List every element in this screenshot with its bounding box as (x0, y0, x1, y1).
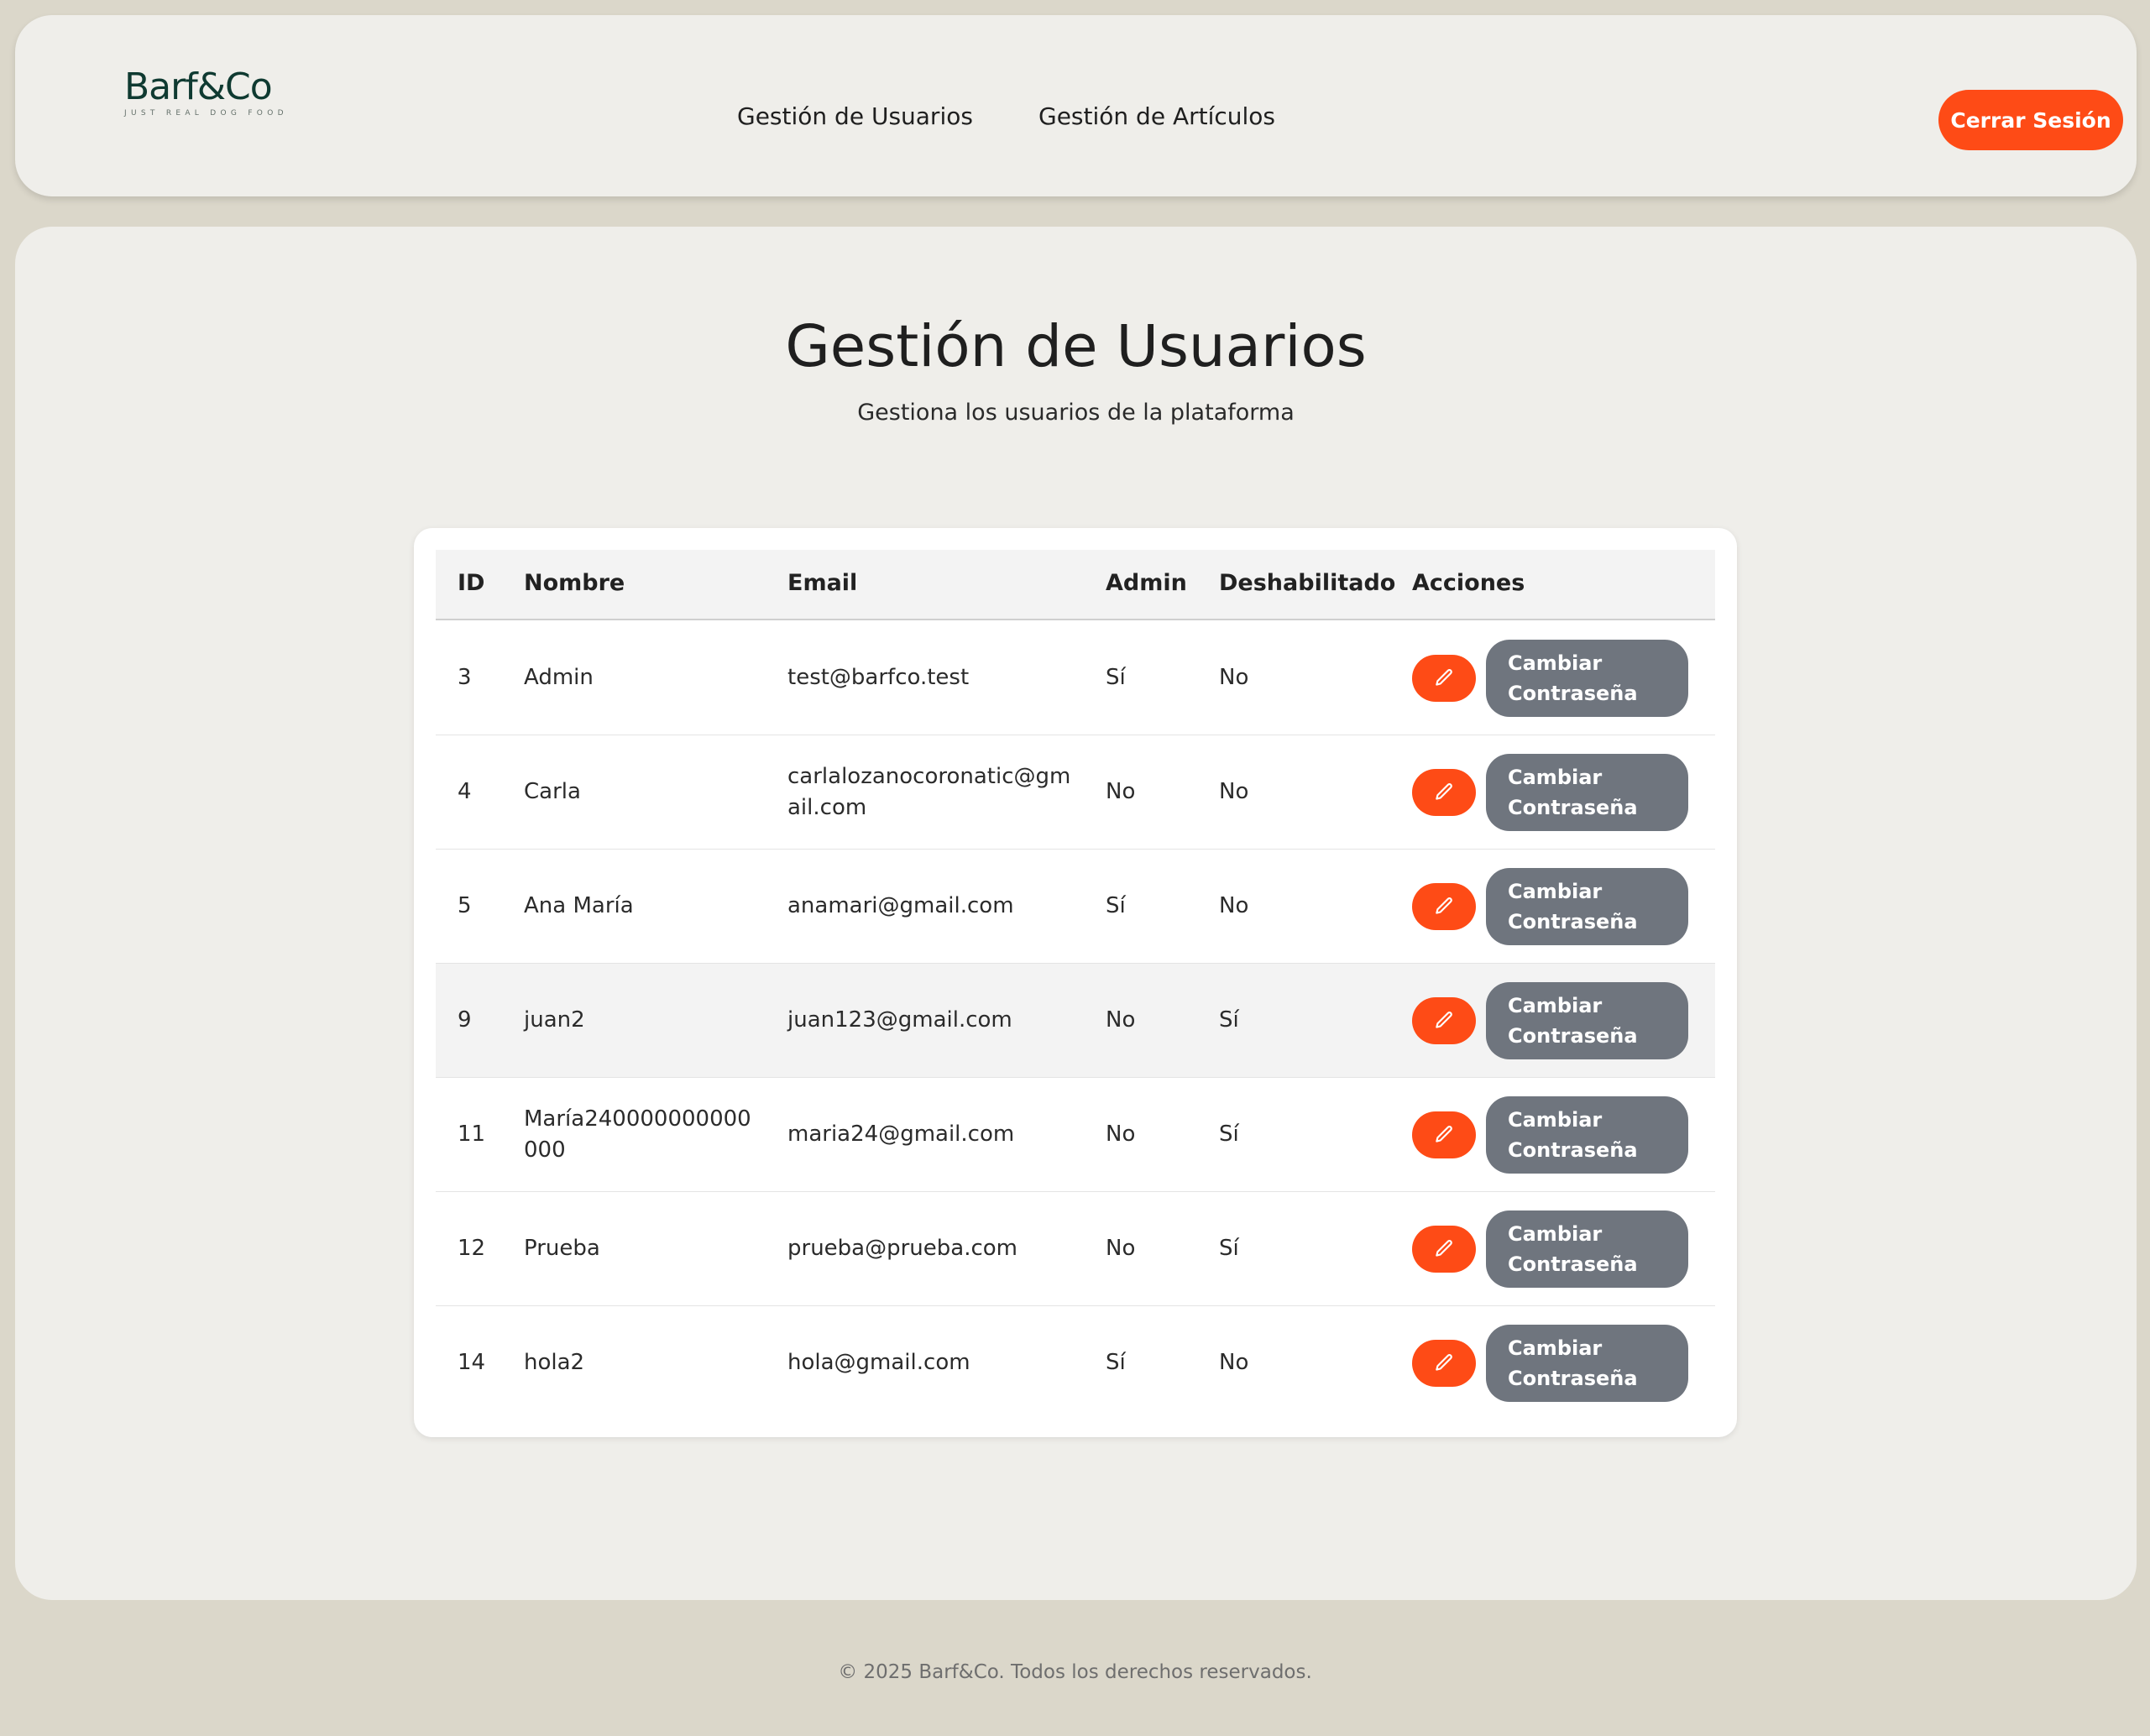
cell-deshabilitado: Sí (1219, 1122, 1239, 1147)
cell-admin: No (1106, 1007, 1136, 1033)
logo-tagline: JUST REAL DOG FOOD (124, 109, 288, 118)
cell-email: prueba@prueba.com (787, 1236, 1018, 1261)
table-header: ID Nombre Email Admin Deshabilitado Acci… (436, 550, 1715, 620)
cell-nombre: Prueba (524, 1236, 600, 1261)
change-password-button[interactable]: Cambiar Contraseña (1486, 754, 1688, 831)
table-row: 3 Admin test@barfco.test Sí No Cambiar Contra… (436, 621, 1715, 735)
cell-id: 4 (458, 779, 472, 804)
cell-email: juan123@gmail.com (787, 1007, 1012, 1033)
change-password-button[interactable]: Cambiar Contraseña (1486, 982, 1688, 1059)
edit-user-button[interactable] (1412, 655, 1476, 702)
cell-deshabilitado: No (1219, 893, 1249, 918)
page-subtitle: Gestiona los usuarios de la plataforma (857, 400, 1295, 426)
cell-email: hola@gmail.com (787, 1350, 970, 1375)
page-title: Gestión de Usuarios (785, 313, 1367, 380)
pencil-icon (1433, 896, 1455, 918)
cell-id: 5 (458, 893, 472, 918)
table-row: 14 hola2 hola@gmail.com Sí No Cambiar Contras… (436, 1306, 1715, 1420)
cell-admin: Sí (1106, 893, 1126, 918)
cell-id: 3 (458, 665, 472, 690)
edit-user-button[interactable] (1412, 1111, 1476, 1158)
col-header-nombre: Nombre (524, 570, 625, 596)
col-header-email: Email (787, 570, 858, 596)
edit-user-button[interactable] (1412, 1340, 1476, 1387)
col-header-deshabilitado: Deshabilitado (1219, 570, 1396, 596)
col-header-admin: Admin (1106, 570, 1187, 596)
cell-email: maria24@gmail.com (787, 1122, 1015, 1147)
pencil-icon (1433, 1238, 1455, 1260)
cell-email: carlalozanocoronatic@gmail.com (787, 763, 1071, 820)
cell-nombre: juan2 (524, 1007, 585, 1033)
cell-nombre: Admin (524, 665, 594, 690)
logo-name: Barf&Co (124, 65, 273, 108)
cell-id: 14 (458, 1350, 486, 1375)
table-row: 4 Carla carlalozanocoronatic@gmail.com No No… (436, 735, 1715, 850)
col-header-acciones: Acciones (1412, 570, 1525, 596)
cell-admin: No (1106, 779, 1136, 804)
change-password-button[interactable]: Cambiar Contraseña (1486, 868, 1688, 945)
cell-nombre: Ana María (524, 893, 634, 918)
edit-user-button[interactable] (1412, 769, 1476, 816)
table-row: 12 Prueba prueba@prueba.com No Sí Cambiar Con… (436, 1192, 1715, 1306)
cell-id: 11 (458, 1122, 486, 1147)
nav-gestion-usuarios[interactable]: Gestión de Usuarios (737, 102, 973, 130)
pencil-icon (1433, 1124, 1455, 1146)
footer-copyright: © 2025 Barf&Co. Todos los derechos reser… (838, 1661, 1312, 1683)
cell-deshabilitado: Sí (1219, 1236, 1239, 1261)
change-password-button[interactable]: Cambiar Contraseña (1486, 1325, 1688, 1402)
col-header-id: ID (458, 570, 485, 596)
top-header: Barf&Co JUST REAL DOG FOOD Gestión de Us… (15, 15, 2137, 196)
pencil-icon (1433, 1352, 1455, 1374)
brand-logo[interactable]: Barf&Co JUST REAL DOG FOOD (124, 65, 309, 118)
users-table-card: ID Nombre Email Admin Deshabilitado Acci… (414, 528, 1737, 1437)
table-row: 9 juan2 juan123@gmail.com No Sí Cambiar Contr… (436, 964, 1715, 1078)
pencil-icon (1433, 1010, 1455, 1032)
change-password-button[interactable]: Cambiar Contraseña (1486, 640, 1688, 717)
edit-user-button[interactable] (1412, 1226, 1476, 1273)
edit-user-button[interactable] (1412, 997, 1476, 1044)
cell-deshabilitado: No (1219, 779, 1249, 804)
cell-deshabilitado: No (1219, 1350, 1249, 1375)
table-row: 5 Ana María anamari@gmail.com Sí No Cambiar C… (436, 850, 1715, 964)
cell-admin: No (1106, 1122, 1136, 1147)
cell-deshabilitado: Sí (1219, 1007, 1239, 1033)
cell-id: 12 (458, 1236, 486, 1261)
cell-deshabilitado: No (1219, 665, 1249, 690)
logout-button[interactable]: Cerrar Sesión (1938, 90, 2123, 150)
main-panel: Gestión de Usuarios Gestiona los usuario… (15, 227, 2137, 1600)
cell-admin: Sí (1106, 1350, 1126, 1375)
edit-user-button[interactable] (1412, 883, 1476, 930)
cell-email: anamari@gmail.com (787, 893, 1014, 918)
pencil-icon (1433, 667, 1455, 689)
nav-gestion-articulos[interactable]: Gestión de Artículos (1038, 102, 1275, 130)
pencil-icon (1433, 782, 1455, 803)
cell-nombre: María240000000000000 (524, 1106, 751, 1163)
cell-id: 9 (458, 1007, 472, 1033)
table-row: 11 María240000000000000 maria24@gmail.com N… (436, 1078, 1715, 1192)
cell-nombre: Carla (524, 779, 581, 804)
change-password-button[interactable]: Cambiar Contraseña (1486, 1096, 1688, 1174)
cell-email: test@barfco.test (787, 665, 970, 690)
cell-nombre: hola2 (524, 1350, 585, 1375)
cell-admin: No (1106, 1236, 1136, 1261)
change-password-button[interactable]: Cambiar Contraseña (1486, 1210, 1688, 1288)
cell-admin: Sí (1106, 665, 1126, 690)
